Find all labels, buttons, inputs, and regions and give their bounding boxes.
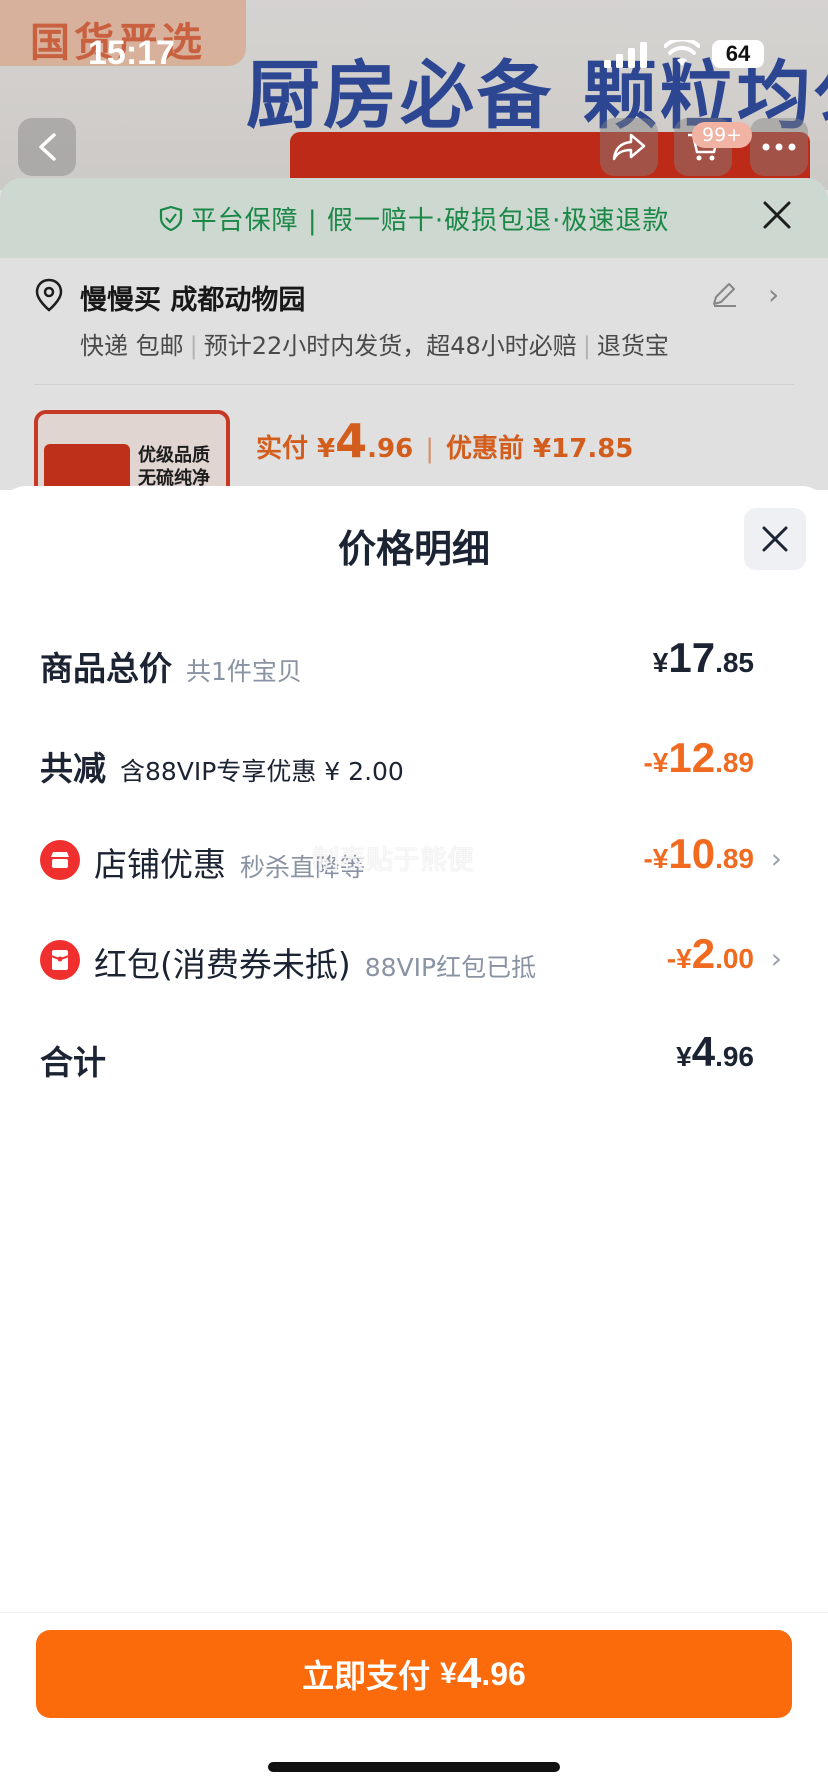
currency-symbol: -¥: [666, 943, 692, 974]
guarantee-text: 平台保障 | 假一赔十·破损包退·极速退款: [190, 205, 670, 236]
currency-symbol: ¥: [652, 647, 669, 678]
divider: [34, 384, 794, 385]
actual-pay-line: 实付 ¥4.96 | 优惠前 ¥17.85: [256, 414, 634, 468]
pay-now-decimal: .96: [481, 1655, 526, 1692]
row-grand-total: 合计 ¥4.96: [40, 1028, 792, 1088]
close-icon: [762, 526, 788, 552]
grand-total-value: ¥4.96: [676, 1028, 754, 1076]
row-label: 店铺优惠 秒杀直降等: [94, 838, 365, 886]
currency-symbol: ¥: [440, 1657, 457, 1690]
shipping-info: 快递 包邮 | 预计22小时内发货，超48小时必赔 | 退货宝: [80, 332, 669, 360]
pre-discount-price: 优惠前 ¥17.85: [446, 434, 634, 464]
actual-pay-label: 实付 ¥: [256, 434, 336, 464]
red-packet-icon: [40, 940, 80, 980]
shop-icon: [40, 840, 80, 880]
value-integer: 10: [668, 830, 716, 877]
row-total-reduction: 共减 含88VIP专享优惠 ¥ 2.00 -¥12.89: [40, 734, 792, 794]
total-reduction-value: -¥12.89: [643, 734, 754, 782]
close-icon: [763, 201, 791, 229]
currency-symbol: ¥: [676, 1041, 692, 1072]
value-decimal: .00: [715, 943, 754, 974]
address-name: 慢慢买 成都动物园: [80, 285, 306, 316]
total-reduction-label: 共减: [40, 749, 106, 788]
value-integer: 2: [691, 930, 716, 977]
goods-total-label: 商品总价: [40, 649, 172, 688]
guarantee-banner: 平台保障 | 假一赔十·破损包退·极速退款: [0, 178, 828, 258]
vip-discount-note: 含88VIP专享优惠 ¥ 2.00: [120, 757, 404, 786]
value-integer: 4: [691, 1028, 716, 1075]
back-icon: [39, 133, 56, 161]
share-icon: [612, 133, 646, 161]
value-decimal: .85: [715, 647, 754, 678]
status-bar: 15:17 64: [0, 0, 828, 110]
signal-icon: [604, 42, 647, 68]
value-integer: 17: [668, 634, 716, 681]
price-detail-modal: 价格明细 商品总价 共1件宝贝 ¥17.85 共减 含88VIP专享优惠 ¥ 2.0…: [0, 486, 828, 1792]
status-time: 15:17: [88, 34, 175, 72]
shipping-method: 快递 包邮: [80, 332, 184, 360]
shop-discount-label: 店铺优惠: [94, 845, 226, 884]
chevron-right-icon: ›: [768, 278, 780, 311]
value-decimal: .96: [715, 1041, 754, 1072]
edit-icon[interactable]: [710, 280, 738, 308]
cart-count-badge: 99+: [692, 122, 753, 148]
actual-pay-dec: .96: [367, 434, 414, 464]
footer-divider: [0, 1612, 828, 1613]
actual-pay-int: 4: [335, 414, 368, 468]
red-packet-label: 红包(消费券未抵): [94, 945, 351, 984]
shop-discount-note: 秒杀直降等: [240, 853, 366, 882]
row-red-packet[interactable]: 红包(消费券未抵) 88VIP红包已抵 -¥2.00 ›: [40, 930, 792, 990]
more-icon: [762, 143, 796, 151]
grand-total-label: 合计: [40, 1043, 106, 1082]
more-button[interactable]: [750, 118, 808, 176]
share-button[interactable]: [600, 118, 658, 176]
value-integer: 12: [668, 734, 716, 781]
row-label: 共减 含88VIP专享优惠 ¥ 2.00: [40, 742, 404, 790]
shield-icon: [159, 205, 182, 231]
value-decimal: .89: [715, 843, 754, 874]
value-decimal: .89: [715, 747, 754, 778]
shipping-eta: 预计22小时内发货，超48小时必赔: [203, 332, 577, 360]
location-icon: [35, 278, 63, 312]
row-label: 合计: [40, 1036, 106, 1084]
row-goods-total: 商品总价 共1件宝贝 ¥17.85: [40, 634, 792, 694]
currency-symbol: -¥: [643, 843, 669, 874]
goods-count: 共1件宝贝: [186, 657, 302, 686]
red-packet-note: 88VIP红包已抵: [364, 953, 537, 982]
wifi-icon: [664, 40, 700, 66]
modal-close-button[interactable]: [744, 508, 806, 570]
chevron-right-icon: ›: [770, 942, 782, 975]
battery-indicator: 64: [712, 40, 764, 68]
row-label: 红包(消费券未抵) 88VIP红包已抵: [94, 938, 536, 986]
return-insurance: 退货宝: [596, 332, 669, 360]
chevron-right-icon: ›: [770, 842, 782, 875]
row-shop-discount[interactable]: 店铺优惠 秒杀直降等 -¥10.89 ›: [40, 830, 792, 890]
currency-symbol: -¥: [643, 747, 669, 778]
goods-total-value: ¥17.85: [653, 634, 754, 682]
back-button[interactable]: [18, 118, 76, 176]
pay-now-integer: 4: [456, 1649, 482, 1698]
modal-title: 价格明细: [337, 527, 490, 571]
red-packet-value: -¥2.00: [667, 930, 754, 978]
row-label: 商品总价 共1件宝贝: [40, 642, 302, 690]
shop-discount-value: -¥10.89: [643, 830, 754, 878]
pay-now-button[interactable]: 立即支付 ¥4.96: [36, 1630, 792, 1718]
home-indicator[interactable]: [268, 1762, 560, 1772]
sheet-close-button[interactable]: [762, 198, 792, 239]
pay-now-label: 立即支付: [302, 1658, 431, 1694]
thumb-text-1: 优级品质: [138, 445, 210, 466]
